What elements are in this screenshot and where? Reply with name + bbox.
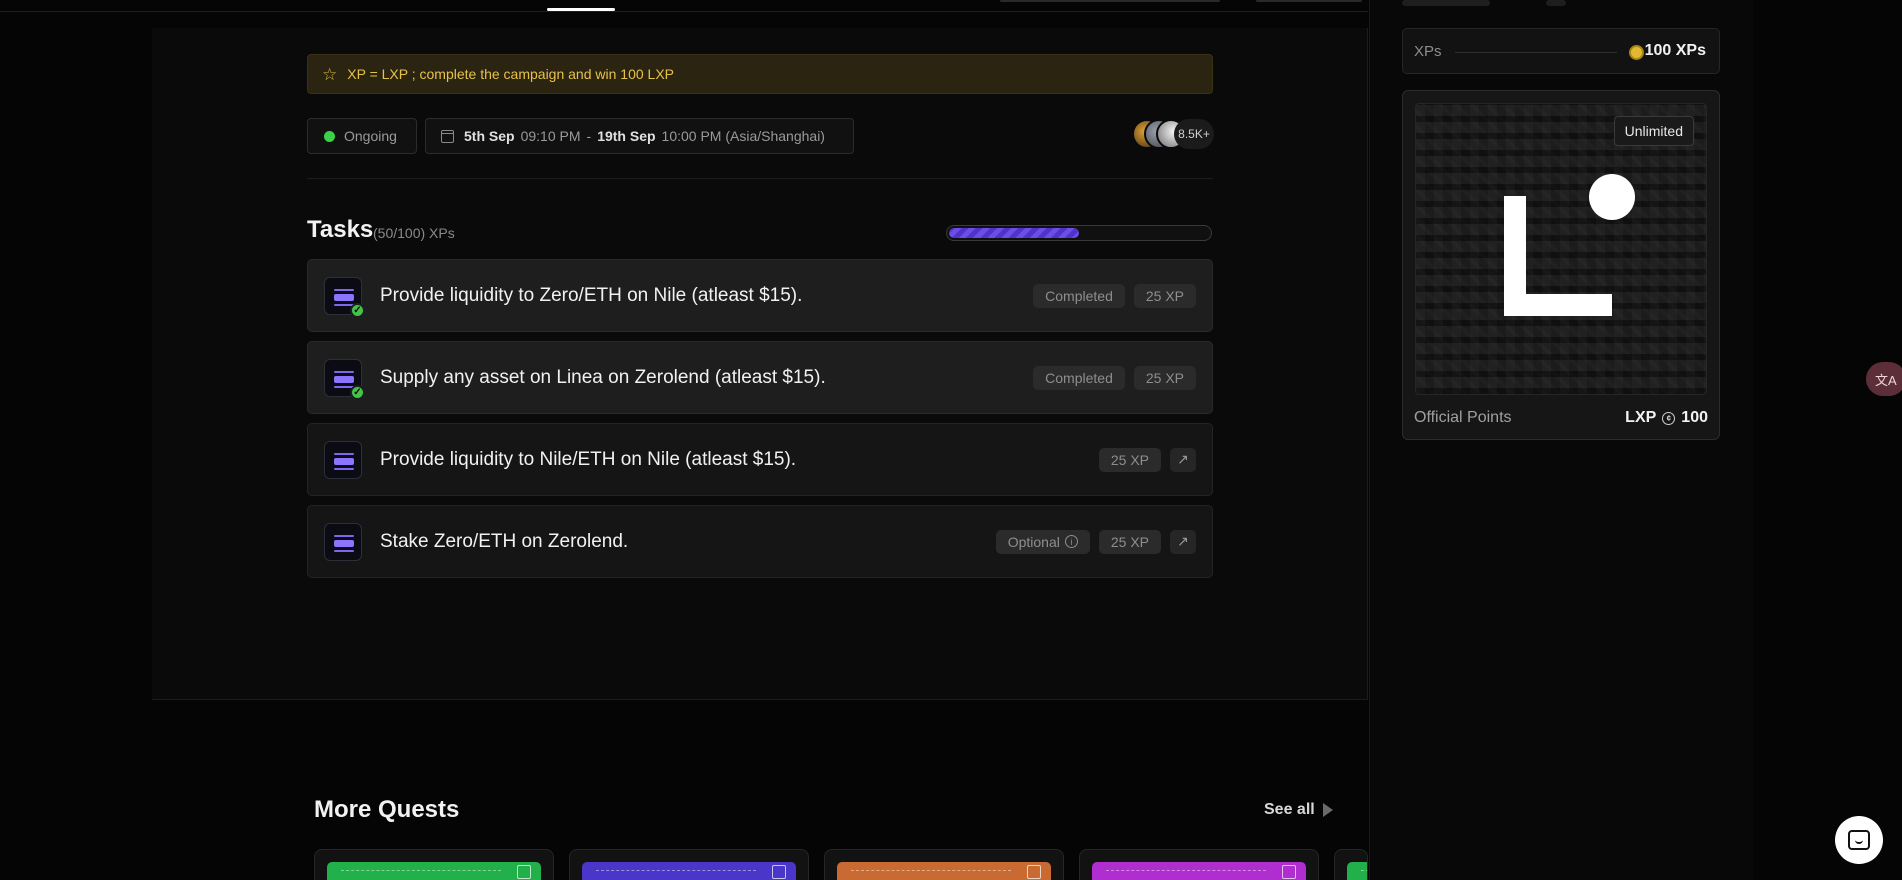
nav-item-faded[interactable]: [1000, 0, 1220, 2]
quest-card[interactable]: [1334, 849, 1368, 880]
xp-divider-line: [1455, 52, 1617, 53]
campaign-status-badge: Ongoing: [307, 118, 417, 154]
quest-thumbnail: [837, 862, 1051, 880]
tasks-xp-summary: (50/100) XPs: [373, 225, 455, 241]
xp-summary-box: XPs 100 XPs: [1402, 28, 1720, 74]
task-status-badge: Completed: [1033, 283, 1125, 308]
arrow-up-right-icon[interactable]: ↗: [1170, 447, 1196, 472]
reward-artwork: Unlimited: [1415, 103, 1707, 395]
quest-thumbnail: [1347, 862, 1367, 880]
end-time: 10:00 PM (Asia/Shanghai): [661, 128, 825, 144]
task-app-icon: [324, 523, 362, 561]
task-app-icon: ✓: [324, 359, 365, 400]
xp-label: XPs: [1414, 43, 1442, 60]
optional-badge[interactable]: Optional i: [995, 529, 1090, 554]
campaign-date-range: 5th Sep 09:10 PM - 19th Sep 10:00 PM (As…: [425, 118, 854, 154]
translate-icon[interactable]: 文A: [1866, 362, 1902, 396]
participant-count: 8.5K+: [1174, 119, 1214, 149]
start-date: 5th Sep: [464, 128, 515, 144]
task-title: Provide liquidity to Nile/ETH on Nile (a…: [380, 448, 797, 470]
status-dot-icon: [324, 130, 335, 142]
star-icon: ☆: [322, 64, 338, 84]
xp-info-banner: ☆ XP = LXP ; complete the campaign and w…: [307, 54, 1213, 94]
tasks-progress-bar: [946, 225, 1212, 241]
more-quests-heading: More Quests: [314, 796, 460, 823]
task-row[interactable]: ✓ Provide liquidity to Zero/ETH on Nile …: [307, 259, 1213, 332]
task-app-icon: [324, 441, 362, 479]
task-title: Provide liquidity to Zero/ETH on Nile (a…: [380, 284, 803, 306]
quest-card[interactable]: [314, 849, 554, 880]
quest-card[interactable]: [569, 849, 809, 880]
reward-card[interactable]: Unlimited Official Points LXP ¢ 100: [1402, 90, 1720, 440]
chat-icon[interactable]: [1835, 816, 1883, 864]
task-row[interactable]: Stake Zero/ETH on Zerolend. Optional i 2…: [307, 505, 1213, 578]
sidebar-header-faded: [1546, 0, 1566, 6]
reward-label: Official Points: [1414, 409, 1512, 426]
calendar-icon: [441, 129, 454, 143]
optional-label: Optional: [1007, 533, 1060, 550]
xp-value: 100 XPs: [1644, 42, 1706, 59]
quest-card[interactable]: [1079, 849, 1319, 880]
start-time: 09:10 PM: [520, 128, 581, 144]
coin-icon: [1629, 45, 1644, 60]
check-icon: ✓: [350, 385, 365, 400]
quest-card[interactable]: [824, 849, 1064, 880]
linea-logo-dot: [1589, 174, 1635, 220]
banner-text: XP = LXP ; complete the campaign and win…: [347, 66, 675, 82]
reward-value: 100: [1681, 409, 1708, 426]
info-icon[interactable]: i: [1064, 535, 1078, 548]
active-tab-indicator: [547, 8, 615, 11]
reward-token: LXP: [1625, 409, 1657, 426]
end-date: 19th Sep: [597, 128, 656, 144]
quest-thumbnail: [327, 862, 541, 880]
section-divider: [307, 178, 1213, 179]
linea-logo-base: [1504, 294, 1612, 316]
task-xp-badge: 25 XP: [1133, 365, 1196, 390]
progress-fill: [949, 228, 1079, 238]
see-all-link[interactable]: See all: [1264, 801, 1333, 819]
task-app-icon: ✓: [324, 277, 365, 318]
task-row[interactable]: Provide liquidity to Nile/ETH on Nile (a…: [307, 423, 1213, 496]
nav-item-faded[interactable]: [1256, 0, 1362, 2]
date-separator: -: [586, 128, 592, 144]
status-label: Ongoing: [344, 128, 397, 144]
participants-group[interactable]: 8.5K+: [1132, 118, 1214, 150]
tasks-heading: Tasks: [307, 216, 374, 243]
task-title: Stake Zero/ETH on Zerolend.: [380, 530, 629, 552]
task-title: Supply any asset on Linea on Zerolend (a…: [380, 366, 826, 388]
arrow-up-right-icon[interactable]: ↗: [1170, 529, 1196, 554]
task-xp-badge: 25 XP: [1133, 283, 1196, 308]
task-row[interactable]: ✓ Supply any asset on Linea on Zerolend …: [307, 341, 1213, 414]
see-all-label: See all: [1264, 801, 1315, 818]
token-icon: ¢: [1662, 411, 1676, 425]
check-icon: ✓: [350, 303, 365, 318]
reward-amount: LXP ¢ 100: [1625, 409, 1708, 427]
task-xp-badge: 25 XP: [1098, 447, 1161, 472]
task-xp-badge: 25 XP: [1098, 529, 1161, 554]
quest-thumbnail: [582, 862, 796, 880]
top-nav-bar: [0, 0, 1368, 12]
task-status-badge: Completed: [1033, 365, 1125, 390]
sidebar-header-faded: [1402, 0, 1490, 6]
unlimited-badge: Unlimited: [1613, 116, 1694, 146]
quest-thumbnail: [1092, 862, 1306, 880]
play-arrow-icon: [1322, 803, 1333, 817]
